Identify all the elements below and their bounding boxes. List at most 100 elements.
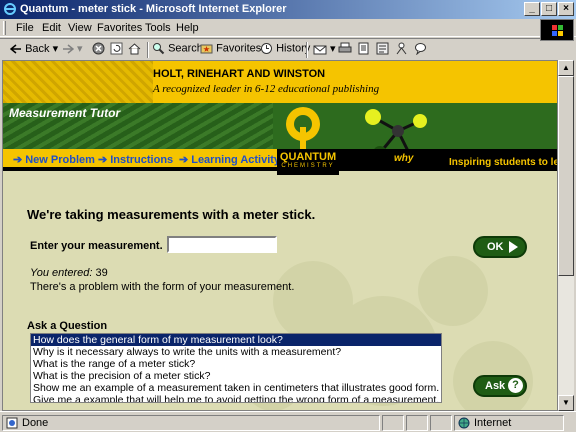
quantum-q-logo — [277, 103, 329, 149]
page-done-icon — [6, 417, 18, 429]
question-listbox[interactable]: How does the general form of my measurem… — [30, 333, 442, 403]
page-title: We're taking measurements with a meter s… — [27, 207, 316, 222]
window-title: Quantum - meter stick - Microsoft Intern… — [20, 3, 287, 15]
messenger-button[interactable] — [395, 42, 408, 58]
windows-throbber — [540, 19, 574, 41]
publisher-tagline: A recognized leader in 6-12 educational … — [153, 83, 380, 95]
brand-subtitle: CHEMISTRY — [281, 163, 335, 169]
history-button[interactable]: History — [260, 42, 310, 58]
printer-icon — [338, 42, 352, 53]
arrow-right-icon: ➔ — [13, 154, 23, 166]
internet-globe-icon — [458, 417, 470, 429]
print-button[interactable] — [338, 42, 352, 58]
stop-button[interactable] — [92, 42, 105, 58]
minimize-button[interactable]: _ — [524, 2, 540, 16]
search-label: Search — [168, 42, 203, 55]
ok-button[interactable]: OK — [473, 236, 527, 258]
refresh-button[interactable] — [110, 42, 123, 58]
entered-label: You entered: — [30, 267, 93, 279]
menu-bar: File Edit View Favorites Tools Help — [0, 19, 576, 37]
history-clock-icon — [261, 43, 272, 54]
mail-icon — [313, 45, 327, 55]
home-button[interactable] — [128, 42, 141, 58]
tutor-title: Measurement Tutor — [9, 106, 121, 120]
inspire-strip: Inspiring students to learn why — [339, 149, 557, 171]
brand-name: QUANTUM — [279, 151, 337, 163]
edit-page-icon — [358, 42, 369, 55]
measurement-input[interactable] — [167, 236, 277, 253]
nav-instructions[interactable]: ➔ Instructions — [98, 153, 173, 166]
maximize-button[interactable]: □ — [541, 2, 557, 16]
back-label: Back — [25, 43, 50, 55]
menu-favorites[interactable]: Favorites — [97, 22, 142, 34]
close-button[interactable]: × — [558, 2, 574, 16]
question-item[interactable]: What is the range of a meter stick? — [31, 358, 441, 370]
scroll-up-arrow[interactable]: ▲ — [558, 60, 574, 76]
arrow-right-icon: ➔ — [98, 154, 108, 166]
chat-bubble-icon — [415, 43, 426, 56]
status-bar: Done Internet — [0, 411, 576, 432]
standard-toolbar: Back ▾ ▾ Search Favorites History ▾ — [0, 38, 540, 60]
ask-question-label: Ask a Question — [27, 320, 108, 332]
nav-new-problem[interactable]: ➔ New Problem — [13, 153, 95, 166]
question-item[interactable]: Show me an example of a measurement take… — [31, 382, 441, 394]
discuss-icon — [376, 42, 389, 55]
menu-file[interactable]: File — [16, 22, 34, 34]
menu-help[interactable]: Help — [176, 22, 199, 34]
play-arrow-icon — [509, 241, 518, 253]
search-icon — [153, 43, 165, 55]
status-pane — [430, 415, 452, 431]
nav-instructions-label: Instructions — [110, 154, 174, 166]
nav-learning-activity[interactable]: ➔ Learning Activity — [179, 153, 280, 166]
inspire-text: Inspiring students to learn why — [394, 153, 557, 168]
favorites-folder-icon — [200, 44, 213, 54]
question-item[interactable]: Give me a example that will help me to a… — [31, 394, 441, 402]
title-bar: Quantum - meter stick - Microsoft Intern… — [0, 0, 576, 19]
inspire-why: why — [394, 153, 414, 164]
status-pane — [406, 415, 428, 431]
refresh-icon — [110, 42, 123, 55]
measurement-label: Enter your measurement. — [30, 240, 163, 252]
quantum-brand: QUANTUM CHEMISTRY — [277, 149, 339, 175]
status-pane-main — [2, 415, 380, 431]
nav-learning-activity-label: Learning Activity — [191, 154, 281, 166]
home-icon — [128, 43, 141, 55]
toolbar-separator — [306, 42, 308, 58]
toolbar-separator — [147, 42, 149, 58]
zone-text: Internet — [474, 417, 512, 429]
forward-button[interactable]: ▾ — [62, 42, 83, 58]
page-viewport: HOLT, RINEHART AND WINSTON A recognized … — [2, 60, 558, 411]
menu-grip — [3, 21, 6, 35]
ask-label: Ask — [485, 380, 506, 392]
question-item[interactable]: What is the precision of a meter stick? — [31, 370, 441, 382]
windows-flag-icon — [552, 25, 563, 36]
research-button[interactable] — [414, 42, 427, 58]
menu-view[interactable]: View — [68, 22, 92, 34]
messenger-person-icon — [396, 42, 407, 55]
scroll-down-arrow[interactable]: ▼ — [558, 395, 574, 411]
stop-icon — [92, 42, 105, 55]
edit-button[interactable] — [357, 42, 370, 58]
inspire-prefix: Inspiring students to learn — [449, 157, 557, 168]
question-item[interactable]: How does the general form of my measurem… — [31, 334, 441, 346]
question-item[interactable]: Why is it necessary always to write the … — [31, 346, 441, 358]
vertical-scrollbar[interactable]: ▲ ▼ — [558, 60, 574, 411]
favorites-button[interactable]: Favorites — [200, 42, 261, 58]
feedback-message: There's a problem with the form of your … — [30, 281, 295, 293]
banner-photo — [3, 61, 153, 103]
search-button[interactable]: Search — [152, 42, 203, 58]
question-mark-icon: ? — [508, 378, 523, 393]
arrow-right-icon: ➔ — [179, 154, 189, 166]
scroll-thumb[interactable] — [558, 76, 574, 276]
menu-edit[interactable]: Edit — [42, 22, 61, 34]
status-pane — [382, 415, 404, 431]
ask-button[interactable]: Ask ? — [473, 375, 527, 397]
publisher-name: HOLT, RINEHART AND WINSTON — [153, 68, 326, 80]
menu-tools[interactable]: Tools — [145, 22, 171, 34]
forward-arrow-icon — [63, 44, 75, 54]
back-button[interactable]: Back ▾ — [9, 42, 58, 58]
mail-button[interactable]: ▾ — [313, 42, 336, 58]
ok-label: OK — [487, 241, 504, 253]
discuss-button[interactable] — [376, 42, 389, 58]
favorites-label: Favorites — [216, 42, 262, 55]
